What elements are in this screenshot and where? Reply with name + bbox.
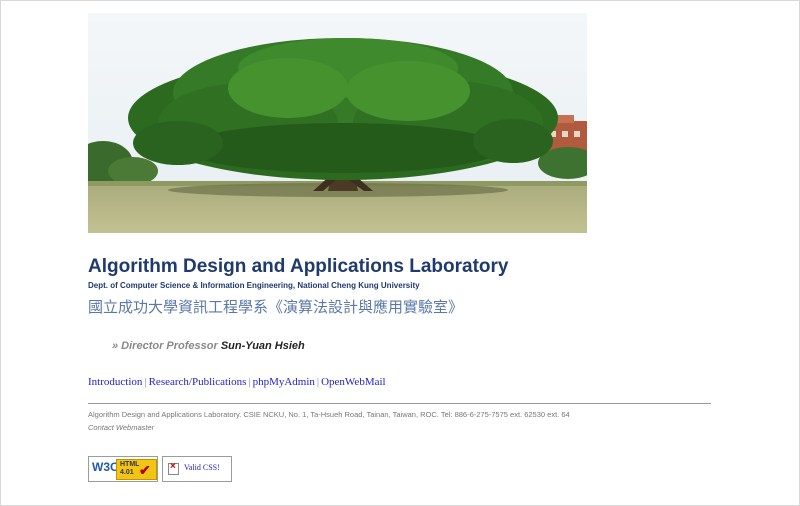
w3c-html-valid-badge[interactable]: W3C HTML 4.01 ✔ <box>88 456 158 482</box>
contact-webmaster-link[interactable]: Contact Webmaster <box>88 423 154 432</box>
nav-link-research-publications[interactable]: Research/Publications <box>149 376 247 388</box>
director-line: » Director Professor Sun-Yuan Hsieh <box>112 340 305 352</box>
chinese-title: 國立成功大學資訊工程學系《演算法設計與應用實驗室》 <box>88 298 464 316</box>
valid-css-label: Valid CSS! <box>184 463 220 472</box>
html-label: HTML <box>120 461 140 468</box>
director-label: » Director Professor <box>112 340 218 352</box>
checkmark-icon: ✔ <box>139 462 151 478</box>
banyan-tree-photo <box>88 13 587 233</box>
nav-link-introduction[interactable]: Introduction <box>88 376 142 388</box>
broken-image-icon <box>168 461 179 475</box>
footer-address: Algorithm Design and Applications Labora… <box>88 410 570 419</box>
html-version: 4.01 <box>120 469 134 476</box>
w3c-logo: W3C <box>92 460 119 474</box>
valid-css-badge[interactable]: Valid CSS! <box>162 456 232 482</box>
department-subtitle: Dept. of Computer Science & Information … <box>88 281 420 290</box>
page-title: Algorithm Design and Applications Labora… <box>88 256 509 277</box>
director-name: Sun-Yuan Hsieh <box>220 340 305 352</box>
nav-links: Introduction | Research/Publications | phpMy… <box>88 376 386 388</box>
nav-link-openwebmail[interactable]: OpenWebMail <box>321 376 386 388</box>
html-version-box: HTML 4.01 <box>116 459 157 480</box>
nav-link-phpmyadmin[interactable]: phpMyAdmin <box>253 376 315 388</box>
footer-divider <box>88 403 711 404</box>
